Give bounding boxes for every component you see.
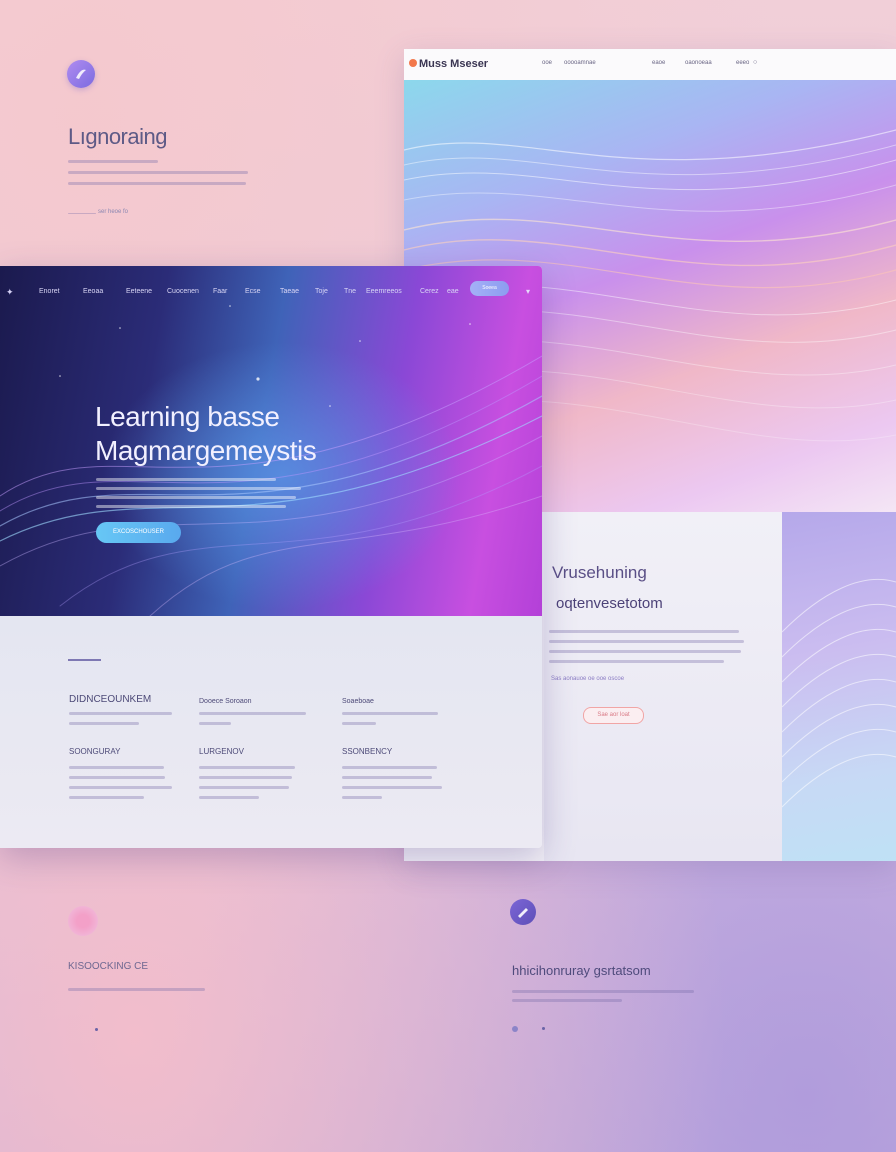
front-nav-item[interactable]: Faar [213, 288, 227, 295]
back-section-subtitle: oqtenvesetotom [556, 595, 663, 612]
text-line [96, 505, 286, 508]
text-line [549, 640, 744, 643]
text-line [342, 766, 437, 769]
text-line [69, 722, 139, 725]
feature-title: Dooece Soroaon [199, 698, 252, 705]
text-line [69, 776, 165, 779]
text-line [199, 776, 292, 779]
text-line [199, 722, 231, 725]
feature-title: SSONBENCY [342, 747, 393, 756]
front-nav-item[interactable]: Enoret [39, 288, 60, 295]
front-nav-item[interactable]: Eeteene [126, 288, 152, 295]
text-line [199, 786, 289, 789]
features-section [0, 616, 542, 848]
front-nav-item[interactable]: Ecse [245, 288, 261, 295]
background-title: Lıgnoraing [68, 124, 167, 149]
back-navbar: Muss Mseser ooe ooooamnae eaoe oaonoeaa … [404, 49, 896, 81]
text-line [68, 182, 246, 185]
text-line [549, 650, 741, 653]
hero-title-line1: Learning basse [95, 401, 280, 432]
text-line [342, 776, 432, 779]
back-brand[interactable]: Muss Mseser [419, 58, 488, 70]
front-nav-item[interactable]: eae [447, 288, 459, 295]
text-line [512, 990, 694, 993]
front-nav-item[interactable]: Eeoaa [83, 288, 103, 295]
back-nav-item[interactable]: ooe [542, 60, 552, 66]
search-icon[interactable]: ○ [753, 59, 757, 66]
back-section-link[interactable]: Sas aonauoe oe ooe oscoe [551, 676, 624, 682]
hero-cta-button[interactable]: EXCOSCHOUSER [96, 522, 181, 543]
text-line [69, 786, 172, 789]
text-line [96, 478, 276, 481]
flowing-lines-graphic [782, 578, 896, 808]
text-line [68, 171, 248, 174]
front-logo-icon[interactable]: ✦ [6, 287, 14, 298]
front-nav-item[interactable]: Eeemreeos [366, 288, 402, 295]
text-line [96, 487, 301, 490]
text-line [512, 999, 622, 1002]
back-side-image [782, 512, 896, 861]
spiral-icon [68, 906, 98, 936]
background-bottom-left-title: KISOOCKING CE [68, 961, 149, 972]
back-section-button[interactable]: Sae aor loat [583, 707, 644, 724]
hero-title-line2: Magmargemeystis [95, 435, 317, 466]
text-line [69, 712, 172, 715]
feature-title: Soaeboae [342, 698, 374, 705]
text-line [199, 712, 306, 715]
pencil-icon [510, 899, 536, 925]
back-nav-item[interactable]: eaoe [652, 60, 665, 66]
logo-icon [67, 60, 95, 88]
feature-title: LURGENOV [199, 747, 244, 756]
back-section-title: Vrusehuning [552, 563, 647, 582]
front-nav-item[interactable]: Taeae [280, 288, 299, 295]
text-line [342, 722, 376, 725]
text-line [199, 766, 295, 769]
background-link[interactable]: ser heoe fo [98, 209, 128, 215]
text-line [68, 988, 205, 991]
text-line [69, 796, 144, 799]
text-line [199, 796, 259, 799]
text-line [68, 213, 96, 214]
text-line [69, 766, 164, 769]
front-nav-item[interactable]: Toje [315, 288, 328, 295]
brand-logo-icon [409, 59, 417, 67]
text-line [342, 712, 438, 715]
text-line [96, 496, 296, 499]
feature-title: DIDNCEOUNKEM [69, 694, 152, 705]
text-line [549, 630, 739, 633]
back-nav-item[interactable]: eeeo [736, 60, 749, 66]
front-nav-item[interactable]: Cerez [420, 288, 439, 295]
pagination-dot[interactable] [512, 1026, 518, 1032]
pagination-dot[interactable] [95, 1028, 98, 1031]
front-window: ✦ Enoret Eeoaa Eeteene Cuocenen Faar Ecs… [0, 266, 542, 848]
chevron-down-icon[interactable]: ▾ [526, 287, 530, 296]
text-line [342, 786, 442, 789]
back-nav-item[interactable]: oaonoeaa [685, 60, 712, 66]
text-line [68, 160, 158, 163]
feature-title: SOONGURAY [69, 747, 121, 756]
pagination-dot[interactable] [542, 1027, 545, 1030]
background-bottom-right-title: hhicihonruray gsrtatsom [512, 963, 651, 978]
text-line [549, 660, 724, 663]
front-nav-item[interactable]: Cuocenen [167, 288, 199, 295]
text-line [342, 796, 382, 799]
section-divider [68, 659, 101, 661]
back-nav-item[interactable]: ooooamnae [564, 60, 596, 66]
front-hero: ✦ Enoret Eeoaa Eeteene Cuocenen Faar Ecs… [0, 266, 542, 616]
front-nav-item[interactable]: Tne [344, 288, 356, 295]
front-nav-button[interactable]: Soeea [470, 281, 509, 296]
